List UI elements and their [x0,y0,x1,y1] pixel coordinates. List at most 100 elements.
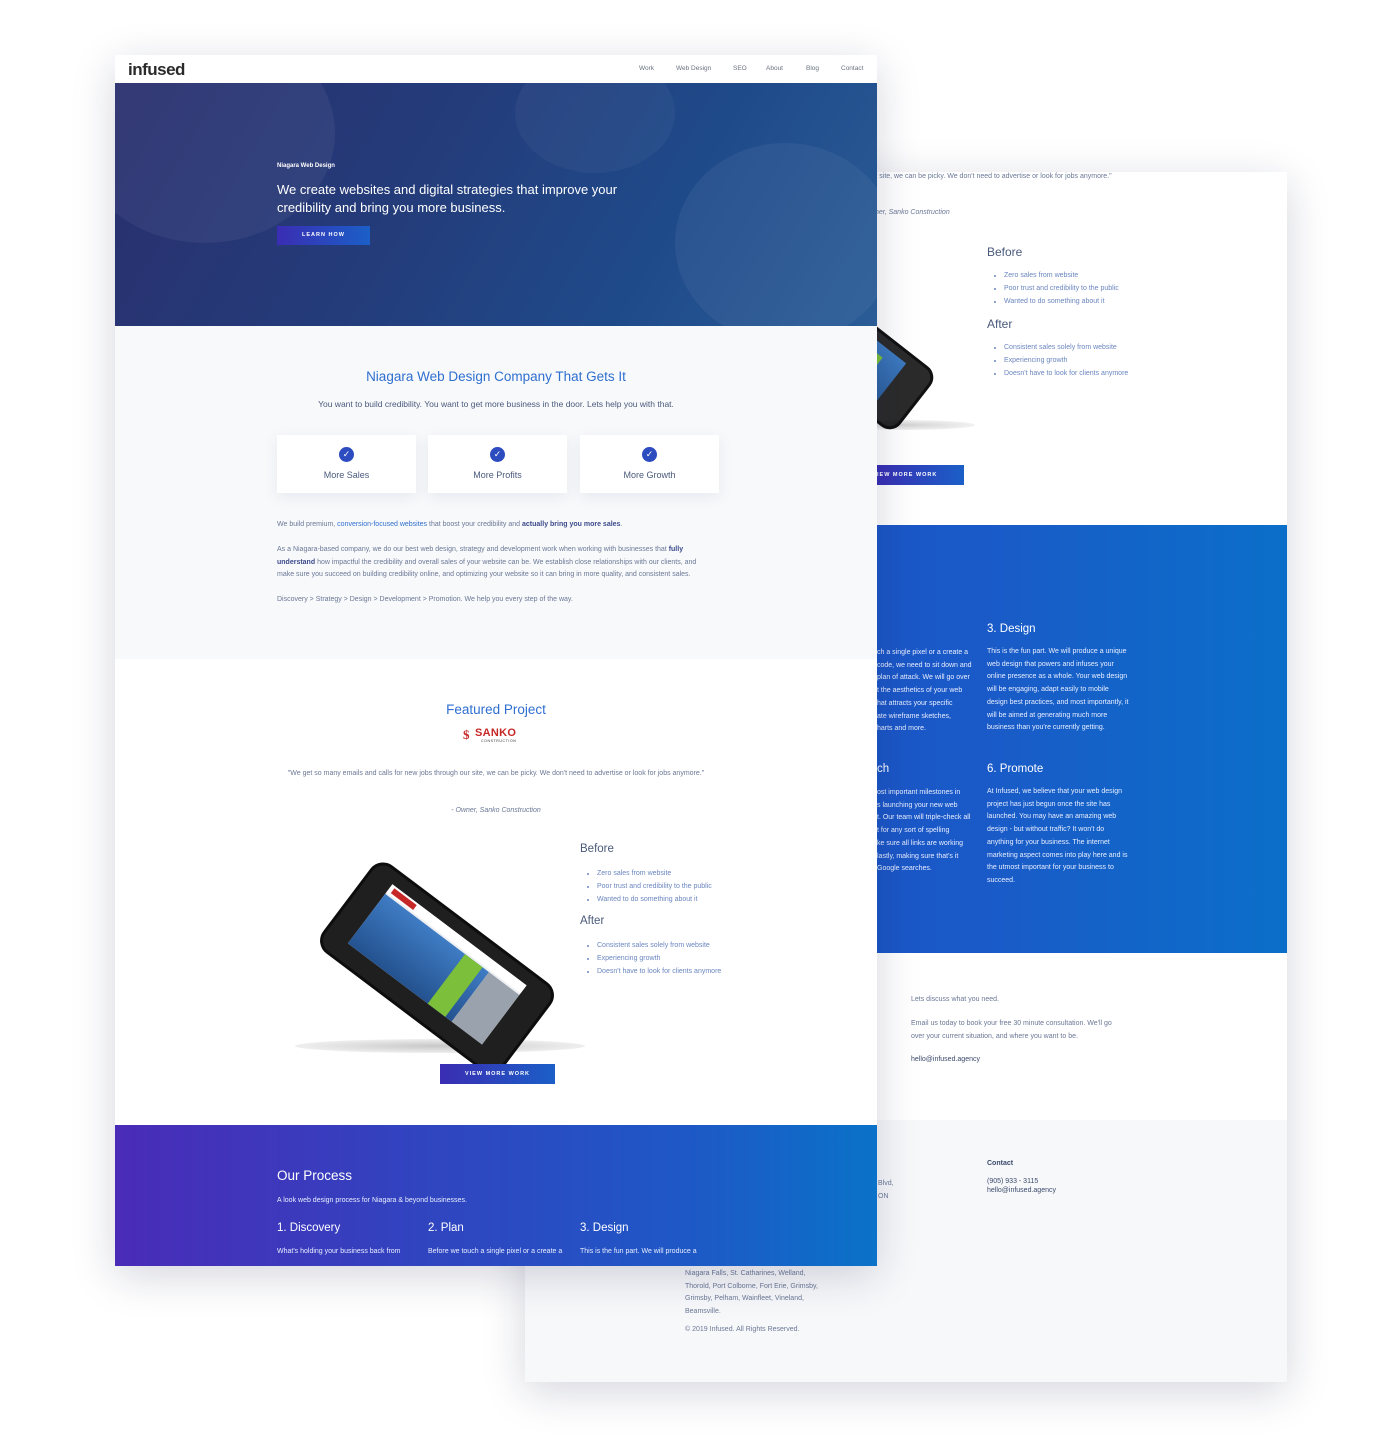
p2-text: how impactful the credibility and overal… [315,558,697,566]
intro-paragraph-2: As a Niagara-based company, we do our be… [277,544,717,582]
hero-headline: We create websites and digital strategie… [277,181,617,216]
feature-label: More Profits [473,470,522,480]
feature-card-more-growth: ✓ More Growth [580,435,719,493]
hero-eyebrow: Niagara Web Design [277,163,335,169]
back-footer-email[interactable]: hello@infused.agency [987,1186,1056,1196]
attribution-company: Sanko Construction [479,807,541,814]
sanko-logo-subtext: CONSTRUCTION [481,739,517,743]
process-section: Our Process A look web design process fo… [115,1125,877,1266]
p1-bold: actually bring you more sales [522,521,621,528]
nav-link-web-design[interactable]: Web Design [676,65,711,72]
p2-bold: understand [277,558,316,566]
learn-how-button[interactable]: LEARN HOW [277,226,370,245]
back-footer-cities-line: Grimsby, Pelham, Wainfleet, Vineland, [685,1295,804,1302]
feature-label: More Growth [623,470,676,480]
back-footer-contact-title: Contact [987,1160,1014,1167]
intro-paragraph-3: Discovery > Strategy > Design > Developm… [277,596,573,603]
back-footer-cities-line: Niagara Falls, St. Catharines, Welland, [685,1270,806,1277]
back-launch-line: t. Our team will triple-check all [877,814,971,822]
hero-headline-line: We create websites and digital strategie… [277,182,618,197]
back-launch-line: s launching your new web [877,801,958,809]
before-item: Zero sales from website [597,868,767,881]
phone-mockup [295,856,585,1080]
back-after-item: Consistent sales solely from website [1004,342,1139,355]
attribution-prefix: - Owner, [451,807,480,814]
phone-shadow [295,1039,585,1053]
back-design-title: 3. Design [987,623,1036,635]
nav-link-work[interactable]: Work [639,65,654,72]
after-title: After [580,915,605,927]
back-view-more-button[interactable]: IEW MORE WORK [875,465,964,485]
p2-line: As a Niagara-based company, we do our be… [277,544,717,557]
p2-bold: fully [668,546,684,553]
back-before-item: Wanted to do something about it [1004,296,1174,309]
back-footer-cities-line: Beamsville. [685,1307,721,1315]
back-contact-lead: Lets discuss what you need. [911,996,999,1003]
back-plan-line: hat attracts your specific [877,699,953,707]
nav-link-contact[interactable]: Contact [841,65,863,72]
hero-background-shape [515,83,675,173]
hero-background-shape [675,143,877,326]
feature-card-more-sales: ✓ More Sales [277,435,416,493]
before-title: Before [580,843,614,855]
nav-link-seo[interactable]: SEO [733,65,747,72]
p1-text: that boost your credibility and [427,521,523,528]
p1-text: . [620,521,623,528]
p1-text: We build premium, [277,521,338,528]
back-contact-email[interactable]: hello@infused.agency [911,1054,980,1067]
testimonial-attribution: - Owner, Sanko Construction [115,805,877,818]
hero-headline-line: credibility and bring you more business. [277,199,506,215]
before-list: Zero sales from website Poor trust and c… [580,868,767,906]
back-launch-line: t for any sort of spelling [877,827,950,835]
back-launch-title-fragment: ch [877,763,890,775]
feature-card-more-profits: ✓ More Profits [428,435,567,493]
view-more-work-button[interactable]: VIEW MORE WORK [440,1064,555,1084]
back-plan-line: code, we need to sit down and [877,661,972,669]
process-title: Our Process [277,1168,353,1183]
after-item: Consistent sales solely from website [597,940,732,953]
back-launch-line: ke sure all links are working [877,839,963,847]
back-footer-addr-line: Blvd, [878,1180,894,1187]
back-owner-fragment: ner, Sanko Construction [875,209,950,216]
back-launch-line: ost important milestones in [877,789,961,796]
process-step-text: Before we touch a single pixel or a crea… [428,1248,563,1255]
back-after-list: Consistent sales solely from website Exp… [987,342,1139,380]
feature-label: More Sales [323,470,370,480]
sanko-logo-text: SANKO [475,727,517,739]
back-launch-line: lastly, making sure that's it [877,852,959,860]
hero-section: Niagara Web Design We create websites an… [115,83,877,326]
checkmark-icon: ✓ [642,447,657,462]
intro-title: Niagara Web Design Company That Gets It [366,369,626,384]
back-plan-fragment: ch a single pixel or a create a code, we… [877,647,987,736]
checkmark-icon: ✓ [490,447,505,462]
featured-project-section: Featured Project $ SANKO CONSTRUCTION "W… [115,659,877,1125]
back-launch-line: Google searches. [877,865,932,873]
p2-text: As a Niagara-based company, we do our be… [277,546,669,553]
process-subtitle: A look web design process for Niagara & … [277,1197,467,1204]
back-contact-text: Email us today to book your free 30 minu… [911,1020,1112,1040]
conversion-focused-link[interactable]: conversion-focused websites [337,521,427,528]
before-item: Poor trust and credibility to the public [597,881,767,894]
intro-subtitle: You want to build credibility. You want … [318,399,674,409]
back-launch-fragment: ost important milestones in s launching … [877,787,987,876]
back-quote-fragment: r site, we can be picky. We don't need t… [875,173,1112,180]
site-logo[interactable]: infused [128,60,185,80]
back-plan-line: plan of attack. We will go over [877,674,970,682]
p2-line: understand how impactful the credibility… [277,557,717,570]
nav-link-blog[interactable]: Blog [806,65,819,72]
top-nav: infused Work Web Design SEO About Blog C… [115,55,877,83]
back-promote-title: 6. Promote [987,763,1044,775]
intro-paragraph-1: We build premium, conversion-focused web… [277,519,717,532]
back-plan-line: ate wireframe sketches, [877,712,951,720]
nav-link-about[interactable]: About [766,65,783,72]
before-item: Wanted to do something about it [597,894,767,907]
p2-line: make sure you succeed on building credib… [277,571,691,578]
process-step-title: 1. Discovery [277,1222,341,1234]
checkmark-icon: ✓ [339,447,354,462]
after-list: Consistent sales solely from website Exp… [580,940,732,978]
back-before-title: Before [987,245,1023,259]
back-before-item: Poor trust and credibility to the public [1004,283,1174,296]
back-footer-copyright: © 2019 Infused. All Rights Reserved. [685,1326,800,1333]
phone-screen [347,884,527,1045]
testimonial-quote: "We get so many emails and calls for new… [287,770,705,777]
